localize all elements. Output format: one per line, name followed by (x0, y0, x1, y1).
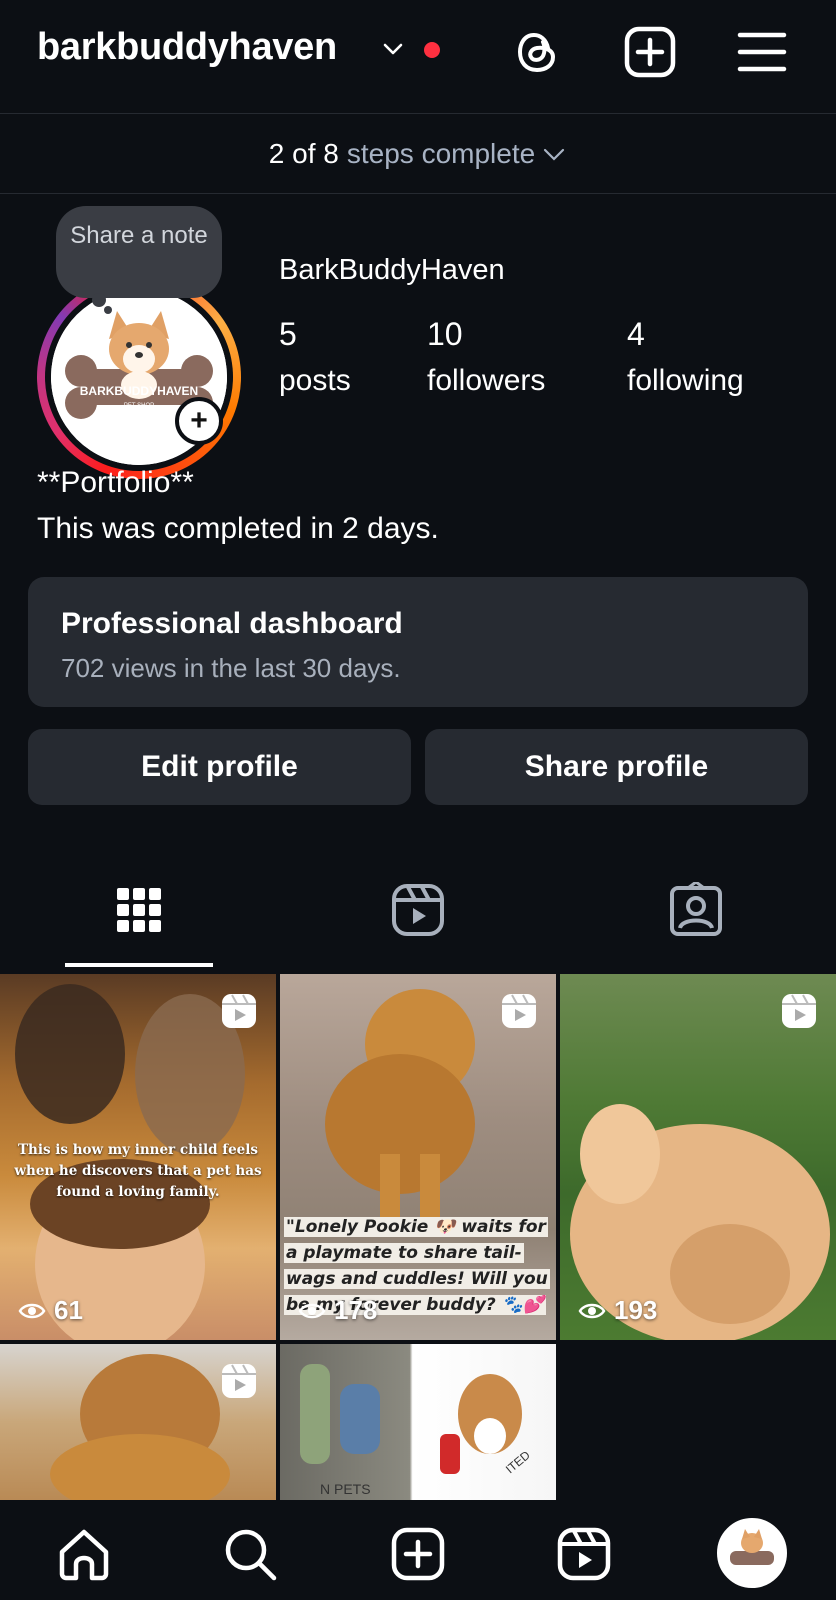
share-note-bubble[interactable]: Share a note (56, 206, 222, 298)
svg-text:N PETS: N PETS (320, 1481, 371, 1497)
notification-dot (424, 42, 440, 58)
edit-profile-button[interactable]: Edit profile (28, 729, 411, 805)
eye-icon (578, 1303, 606, 1318)
account-username[interactable]: barkbuddyhaven (37, 26, 337, 69)
stat-label: followers (427, 364, 546, 397)
create-icon[interactable] (622, 24, 678, 80)
bio-line: This was completed in 2 days. (37, 512, 439, 545)
stat-following[interactable]: 4 following (627, 316, 744, 398)
view-count: 61 (18, 1295, 83, 1326)
stat-label: following (627, 364, 744, 397)
post-tile[interactable]: "Lonely Pookie 🐶 waits for a playmate to… (280, 974, 556, 1340)
logo-image (720, 1521, 784, 1585)
dashboard-subtitle: 702 views in the last 30 days. (61, 653, 401, 683)
eye-icon (18, 1303, 46, 1318)
stat-value: 4 (627, 316, 645, 352)
search-icon[interactable] (222, 1526, 278, 1582)
profile-avatar[interactable] (717, 1518, 787, 1588)
stat-followers[interactable]: 10 followers (427, 316, 545, 398)
bio-line: **Portfolio** (37, 466, 194, 499)
post-tile[interactable]: N PETS ITED (280, 1344, 556, 1500)
share-profile-button[interactable]: Share profile (425, 729, 808, 805)
reel-badge-icon (782, 994, 816, 1028)
note-tail-small (104, 306, 112, 314)
create-icon[interactable] (390, 1526, 446, 1582)
post-tile[interactable]: This is how my inner child feels when he… (0, 974, 276, 1340)
reel-badge-icon (222, 994, 256, 1028)
chevron-down-icon[interactable] (382, 38, 404, 60)
top-header: barkbuddyhaven (0, 0, 836, 114)
steps-rest: steps complete (346, 137, 536, 169)
steps-progress[interactable]: 2 of 8 steps complete (0, 114, 836, 194)
view-count: 178 (298, 1295, 377, 1326)
stat-label: posts (279, 364, 351, 397)
tagged-icon[interactable] (668, 882, 724, 938)
reels-icon[interactable] (390, 882, 446, 938)
post-caption: This is how my inner child feels when he… (14, 1142, 262, 1200)
profile-avatar-ring[interactable]: BARKBUDDYHAVEN PET SHOP (37, 275, 241, 479)
professional-dashboard[interactable]: Professional dashboard 702 views in the … (28, 577, 808, 707)
eye-icon (298, 1303, 326, 1318)
display-name: BarkBuddyHaven (279, 254, 505, 286)
menu-icon[interactable] (734, 24, 790, 80)
svg-text:PET SHOP: PET SHOP (124, 403, 154, 409)
view-count: 193 (578, 1295, 657, 1326)
note-tail (92, 293, 106, 307)
reel-badge-icon (502, 994, 536, 1028)
svg-text:ITED: ITED (503, 1448, 533, 1477)
chevron-down-icon (544, 148, 565, 161)
stat-posts[interactable]: 5 posts (279, 316, 351, 398)
stat-value: 10 (427, 316, 463, 352)
stat-value: 5 (279, 316, 297, 352)
reels-icon[interactable] (556, 1526, 612, 1582)
threads-icon[interactable] (510, 24, 566, 80)
active-tab-indicator (65, 963, 213, 967)
post-tile[interactable] (0, 1344, 276, 1500)
reel-badge-icon (222, 1364, 256, 1398)
home-icon[interactable] (56, 1526, 112, 1582)
steps-done: 2 of 8 (268, 137, 339, 169)
grid-icon[interactable] (111, 882, 167, 938)
dashboard-title: Professional dashboard (61, 607, 403, 640)
svg-text:BARKBUDDYHAVEN: BARKBUDDYHAVEN (80, 384, 198, 398)
add-story-button[interactable]: + (175, 397, 223, 445)
post-tile[interactable]: 193 (560, 974, 836, 1340)
bottom-navigation (0, 1500, 836, 1600)
